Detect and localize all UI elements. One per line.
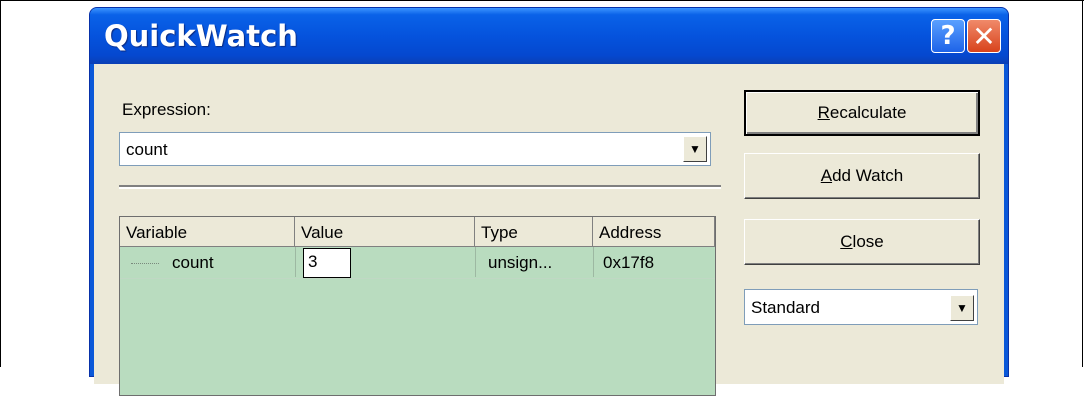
column-header-value[interactable]: Value — [295, 217, 475, 247]
column-header-address[interactable]: Address — [593, 217, 715, 247]
close-button[interactable]: Close — [744, 219, 980, 265]
grid-header: Variable Value Type Address — [120, 217, 715, 247]
frame-border-right — [1082, 0, 1083, 367]
watch-grid[interactable]: Variable Value Type Address count 3 unsi… — [119, 216, 716, 396]
separator — [119, 185, 721, 189]
format-select[interactable]: Standard ▼ — [744, 289, 978, 325]
quickwatch-dialog: QuickWatch ? ✕ Expression: count ▼ Varia… — [89, 7, 1009, 396]
table-row[interactable]: count 3 unsign... 0x17f8 — [120, 247, 715, 279]
format-select-value: Standard — [751, 298, 820, 317]
expression-value[interactable]: count — [126, 140, 168, 160]
help-icon: ? — [940, 21, 956, 51]
format-dropdown-button[interactable]: ▼ — [950, 295, 974, 321]
close-label: Close — [840, 232, 884, 251]
chevron-down-icon: ▼ — [689, 142, 701, 156]
column-header-variable[interactable]: Variable — [120, 217, 295, 247]
expression-label: Expression: — [122, 100, 211, 119]
expression-dropdown-button[interactable]: ▼ — [683, 136, 707, 162]
dialog-body: Expression: count ▼ Variable Value Type … — [94, 64, 1004, 396]
add-watch-label: Add Watch — [820, 166, 904, 185]
cell-variable: count — [172, 253, 214, 272]
cell-address: 0x17f8 — [603, 253, 655, 272]
dialog-title: QuickWatch — [104, 19, 298, 53]
value-edit-field[interactable]: 3 — [303, 248, 351, 278]
tree-connector — [131, 263, 159, 264]
title-bar[interactable]: QuickWatch ? ✕ — [90, 8, 1008, 64]
frame-border-left — [0, 0, 1, 367]
expression-combobox[interactable]: count ▼ — [119, 132, 711, 166]
chevron-down-icon: ▼ — [956, 301, 968, 315]
recalculate-label: Recalculate — [817, 103, 907, 122]
help-button[interactable]: ? — [931, 19, 965, 53]
column-header-type[interactable]: Type — [475, 217, 593, 247]
close-window-button[interactable]: ✕ — [967, 19, 1001, 53]
close-icon: ✕ — [972, 20, 996, 52]
frame-border-top — [0, 0, 1084, 1]
add-watch-button[interactable]: Add Watch — [744, 153, 980, 199]
recalculate-button[interactable]: Recalculate — [744, 90, 980, 136]
cell-type: unsign... — [488, 253, 553, 272]
